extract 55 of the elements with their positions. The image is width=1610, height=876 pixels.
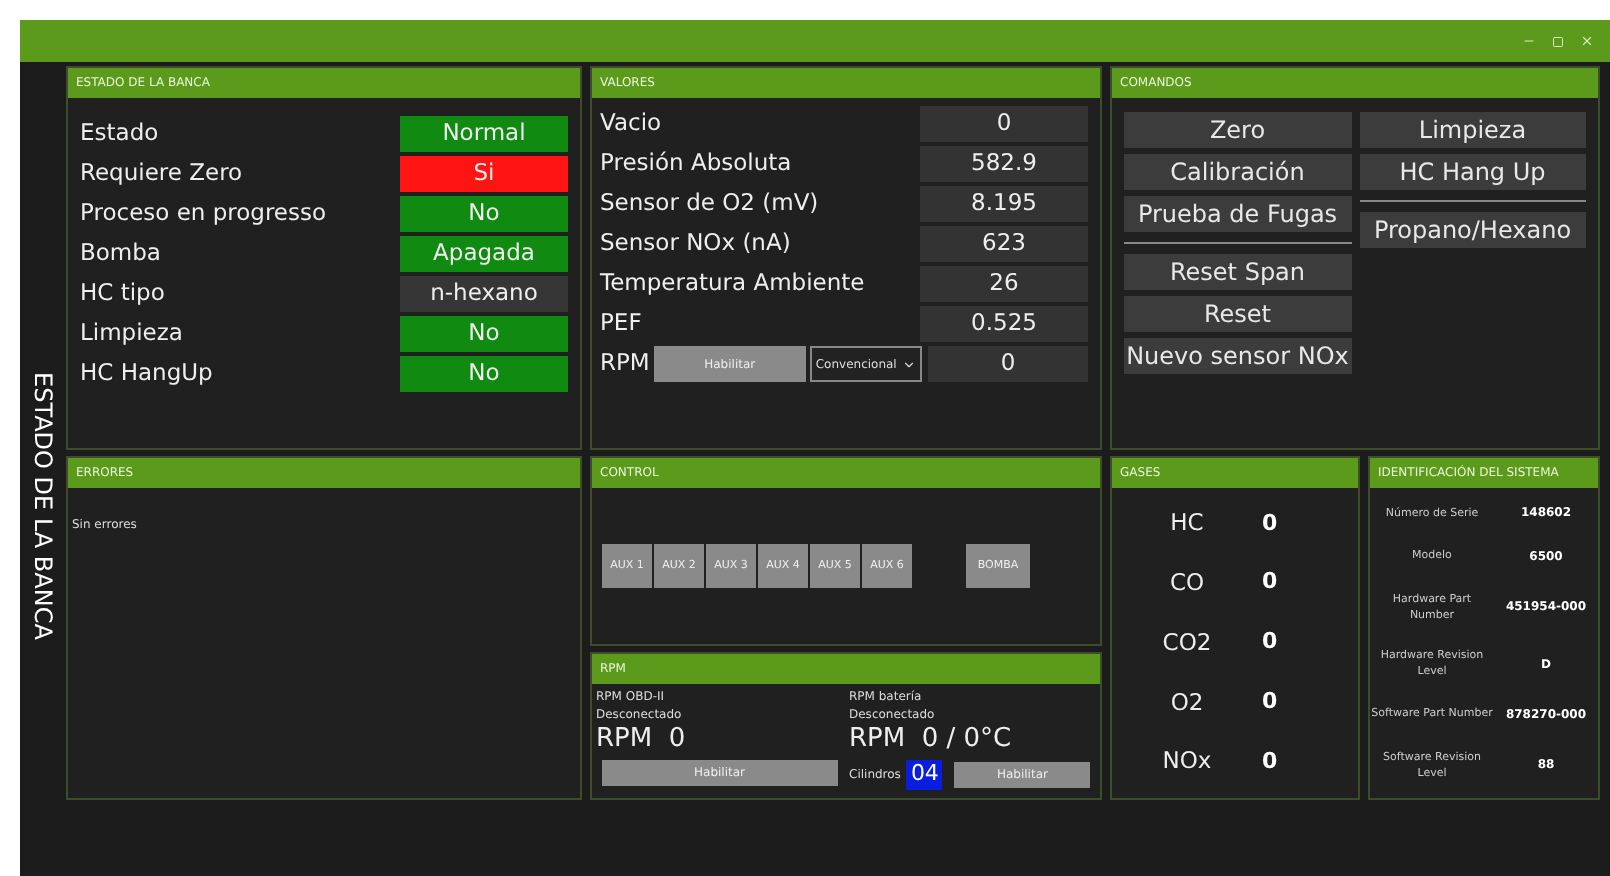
gas-name: NOx (1160, 744, 1214, 779)
value-label: Temperatura Ambiente (600, 266, 865, 301)
value-label: Presión Absoluta (600, 146, 792, 181)
gas-value: 0 (1262, 566, 1278, 599)
status-label: Limpieza (80, 316, 183, 351)
gas-name: O2 (1168, 685, 1206, 720)
status-label: HC tipo (80, 276, 165, 311)
command-button[interactable]: Prueba de Fugas (1124, 196, 1351, 232)
status-label: Estado (80, 116, 159, 151)
command-button[interactable]: HC Hang Up (1359, 154, 1586, 190)
command-button[interactable]: Propano/Hexano (1359, 212, 1586, 248)
status-label: Bomba (80, 236, 161, 271)
status-value: No (400, 316, 568, 352)
value-field: 26 (920, 266, 1088, 302)
cylinders-value: 04 (906, 760, 943, 790)
status-label: HC HangUp (80, 356, 213, 391)
command-button[interactable]: Nuevo sensor NOx (1124, 338, 1351, 374)
status-value: n-hexano (400, 276, 568, 312)
status-label: Requiere Zero (80, 156, 243, 191)
gas-value: 0 (1262, 626, 1278, 659)
gas-name: HC (1168, 506, 1206, 541)
command-button[interactable]: Zero (1124, 112, 1351, 148)
status-value: Si (400, 156, 568, 192)
command-button[interactable]: Limpieza (1359, 112, 1586, 148)
status-value: Normal (400, 116, 568, 152)
side-title: ESTADO DE LA BANCA (31, 372, 55, 644)
status-value: No (400, 356, 568, 392)
value-label: Sensor NOx (nA) (600, 226, 791, 261)
rpm-reading: RPM 0 (596, 724, 688, 756)
value-field: 0 (928, 346, 1088, 382)
value-label: PEF (600, 306, 642, 341)
status-value: No (400, 196, 568, 232)
gas-name: CO (1167, 566, 1207, 601)
value-field: 582.9 (920, 146, 1088, 182)
value-label: Sensor de O2 (mV) (600, 186, 819, 221)
close-icon[interactable] (1580, 34, 1594, 48)
caret-icon (901, 357, 916, 371)
status-value: Apagada (400, 236, 568, 272)
minimize-icon[interactable] (1522, 34, 1536, 48)
value-field: 623 (920, 226, 1088, 262)
rpm-reading: RPM 0 / 0°C (849, 724, 1014, 756)
command-button[interactable]: Reset Span (1124, 254, 1351, 290)
status-label: Proceso en progresso (80, 196, 327, 231)
command-button[interactable]: Calibración (1124, 154, 1351, 190)
gas-name: CO2 (1160, 625, 1214, 660)
value-label: RPM (600, 346, 650, 381)
gas-value: 0 (1262, 686, 1278, 719)
maximize-icon[interactable] (1552, 35, 1564, 47)
command-button[interactable]: Reset (1124, 296, 1351, 332)
value-field: 0.525 (920, 306, 1088, 342)
gas-value: 0 (1262, 507, 1278, 540)
value-field: 0 (920, 106, 1088, 142)
gas-value: 0 (1262, 745, 1278, 778)
value-field: 8.195 (920, 186, 1088, 222)
value-label: Vacio (600, 106, 662, 141)
